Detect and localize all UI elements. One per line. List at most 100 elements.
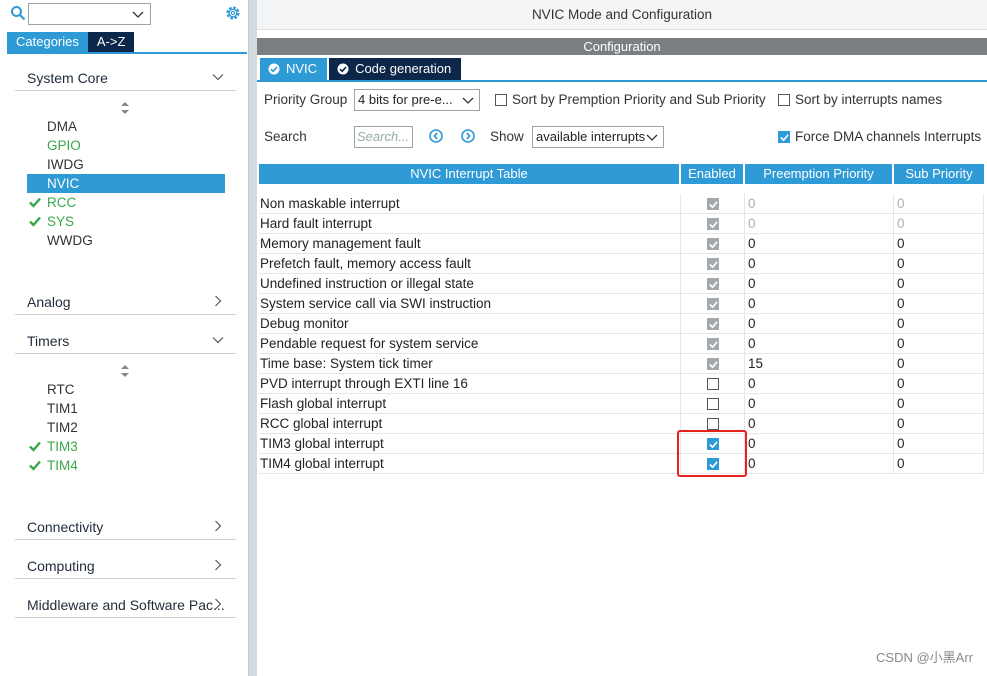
table-row[interactable]: Prefetch fault, memory access fault 0 0 xyxy=(259,254,984,274)
preemption-priority-cell[interactable]: 0 xyxy=(745,254,894,274)
ip-item-iwdg[interactable]: IWDG xyxy=(27,155,225,174)
sub-priority-cell[interactable]: 0 xyxy=(894,254,984,274)
ip-item-tim3[interactable]: TIM3 xyxy=(27,437,225,456)
sub-priority-cell[interactable]: 0 xyxy=(894,354,984,374)
table-row[interactable]: Non maskable interrupt 0 0 xyxy=(259,194,984,214)
search-next-icon[interactable] xyxy=(461,129,475,143)
table-row[interactable]: TIM3 global interrupt 0 0 xyxy=(259,434,984,454)
table-row[interactable]: Undefined instruction or illegal state 0 0 xyxy=(259,274,984,294)
col-header-sub-priority[interactable]: Sub Priority xyxy=(894,164,984,184)
table-row[interactable]: Memory management fault 0 0 xyxy=(259,234,984,254)
ip-item-tim2[interactable]: TIM2 xyxy=(27,418,225,437)
category-connectivity[interactable]: Connectivity xyxy=(15,516,236,540)
table-row[interactable]: PVD interrupt through EXTI line 16 0 0 xyxy=(259,374,984,394)
table-row[interactable]: Flash global interrupt 0 0 xyxy=(259,394,984,414)
sort-premption-checkbox[interactable] xyxy=(495,94,507,106)
search-icon[interactable] xyxy=(10,5,26,21)
preemption-priority-cell[interactable]: 0 xyxy=(745,294,894,314)
preemption-priority-cell[interactable]: 0 xyxy=(745,394,894,414)
sort-names-checkbox[interactable] xyxy=(778,94,790,106)
table-row[interactable]: TIM4 global interrupt 0 0 xyxy=(259,454,984,474)
sort-arrows-icon[interactable] xyxy=(120,365,130,377)
table-row[interactable]: Time base: System tick timer 15 0 xyxy=(259,354,984,374)
preemption-priority-cell[interactable]: 0 xyxy=(745,414,894,434)
table-row[interactable]: Debug monitor 0 0 xyxy=(259,314,984,334)
category-timers[interactable]: Timers xyxy=(15,330,236,354)
ip-item-nvic[interactable]: NVIC xyxy=(27,174,225,193)
tab-a-z[interactable]: A->Z xyxy=(87,32,135,52)
tab-categories[interactable]: Categories xyxy=(7,32,88,52)
category-middleware[interactable]: Middleware and Software Pac... xyxy=(15,594,236,618)
enabled-checkbox[interactable] xyxy=(707,378,719,390)
preemption-priority-cell[interactable]: 0 xyxy=(745,334,894,354)
preemption-priority-cell[interactable]: 0 xyxy=(745,194,894,214)
search-previous-icon[interactable] xyxy=(429,129,443,143)
sub-priority-cell[interactable]: 0 xyxy=(894,454,984,474)
show-select[interactable]: available interrupts xyxy=(532,126,664,148)
col-header-enabled[interactable]: Enabled xyxy=(681,164,743,184)
sub-priority-cell[interactable]: 0 xyxy=(894,274,984,294)
table-row[interactable]: Pendable request for system service 0 0 xyxy=(259,334,984,354)
chevron-right-icon xyxy=(215,559,222,571)
enabled-checkbox[interactable] xyxy=(707,398,719,410)
sub-priority-cell[interactable]: 0 xyxy=(894,434,984,454)
category-analog[interactable]: Analog xyxy=(15,291,236,315)
ip-item-rtc[interactable]: RTC xyxy=(27,380,225,399)
enabled-checkbox[interactable] xyxy=(707,418,719,430)
table-row[interactable]: RCC global interrupt 0 0 xyxy=(259,414,984,434)
tab-label: Code generation xyxy=(355,61,452,76)
preemption-priority-cell[interactable]: 0 xyxy=(745,434,894,454)
preemption-priority-cell[interactable]: 0 xyxy=(745,234,894,254)
ip-search-combo[interactable] xyxy=(28,3,151,25)
ip-item-rcc[interactable]: RCC xyxy=(27,193,225,212)
category-label: Middleware and Software Pac... xyxy=(27,597,225,613)
preemption-priority-cell[interactable]: 0 xyxy=(745,314,894,334)
ip-item-gpio[interactable]: GPIO xyxy=(27,136,225,155)
interrupt-name-cell: TIM3 global interrupt xyxy=(259,434,681,454)
sub-priority-cell[interactable]: 0 xyxy=(894,414,984,434)
tab-nvic[interactable]: NVIC xyxy=(260,58,328,80)
search-input[interactable]: Search... xyxy=(354,126,413,148)
sub-priority-cell[interactable]: 0 xyxy=(894,334,984,354)
preemption-priority-cell[interactable]: 0 xyxy=(745,454,894,474)
category-label: Computing xyxy=(27,558,95,574)
interrupt-name-cell: Hard fault interrupt xyxy=(259,214,681,234)
sub-priority-cell[interactable]: 0 xyxy=(894,294,984,314)
enabled-checkbox xyxy=(707,198,719,210)
sub-priority-cell[interactable]: 0 xyxy=(894,234,984,254)
table-row[interactable]: System service call via SWI instruction 0… xyxy=(259,294,984,314)
enabled-checkbox xyxy=(707,358,719,370)
sub-priority-cell[interactable]: 0 xyxy=(894,314,984,334)
sub-priority-cell[interactable]: 0 xyxy=(894,374,984,394)
preemption-priority-cell[interactable]: 0 xyxy=(745,274,894,294)
preemption-priority-cell[interactable]: 0 xyxy=(745,374,894,394)
ip-item-sys[interactable]: SYS xyxy=(27,212,225,231)
ip-item-tim1[interactable]: TIM1 xyxy=(27,399,225,418)
priority-group-select[interactable]: 4 bits for pre-e... xyxy=(354,89,480,111)
category-computing[interactable]: Computing xyxy=(15,555,236,579)
ip-item-tim4[interactable]: TIM4 xyxy=(27,456,225,475)
right-panel: NVIC Mode and Configuration Configuratio… xyxy=(257,0,987,676)
col-header-interrupt[interactable]: NVIC Interrupt Table xyxy=(259,164,679,184)
interrupt-name-cell: Non maskable interrupt xyxy=(259,194,681,214)
preemption-priority-cell[interactable]: 15 xyxy=(745,354,894,374)
category-system-core[interactable]: System Core xyxy=(15,67,236,91)
force-dma-checkbox[interactable] xyxy=(778,131,790,143)
tabs-divider xyxy=(7,52,247,54)
enabled-cell xyxy=(681,394,745,414)
col-header-preemption[interactable]: Preemption Priority xyxy=(745,164,892,184)
ip-item-wwdg[interactable]: WWDG xyxy=(27,231,225,250)
enabled-cell xyxy=(681,374,745,394)
sort-arrows-icon[interactable] xyxy=(120,102,130,114)
sub-priority-cell[interactable]: 0 xyxy=(894,214,984,234)
table-header: NVIC Interrupt Table Enabled Preemption … xyxy=(259,164,984,184)
gear-icon[interactable] xyxy=(224,4,242,22)
sub-priority-cell[interactable]: 0 xyxy=(894,194,984,214)
preemption-priority-cell[interactable]: 0 xyxy=(745,214,894,234)
tab-code-generation[interactable]: Code generation xyxy=(329,58,462,80)
sub-priority-cell[interactable]: 0 xyxy=(894,394,984,414)
panel-splitter[interactable] xyxy=(248,0,257,676)
ip-item-dma[interactable]: DMA xyxy=(27,117,225,136)
enabled-checkbox xyxy=(707,298,719,310)
table-row[interactable]: Hard fault interrupt 0 0 xyxy=(259,214,984,234)
